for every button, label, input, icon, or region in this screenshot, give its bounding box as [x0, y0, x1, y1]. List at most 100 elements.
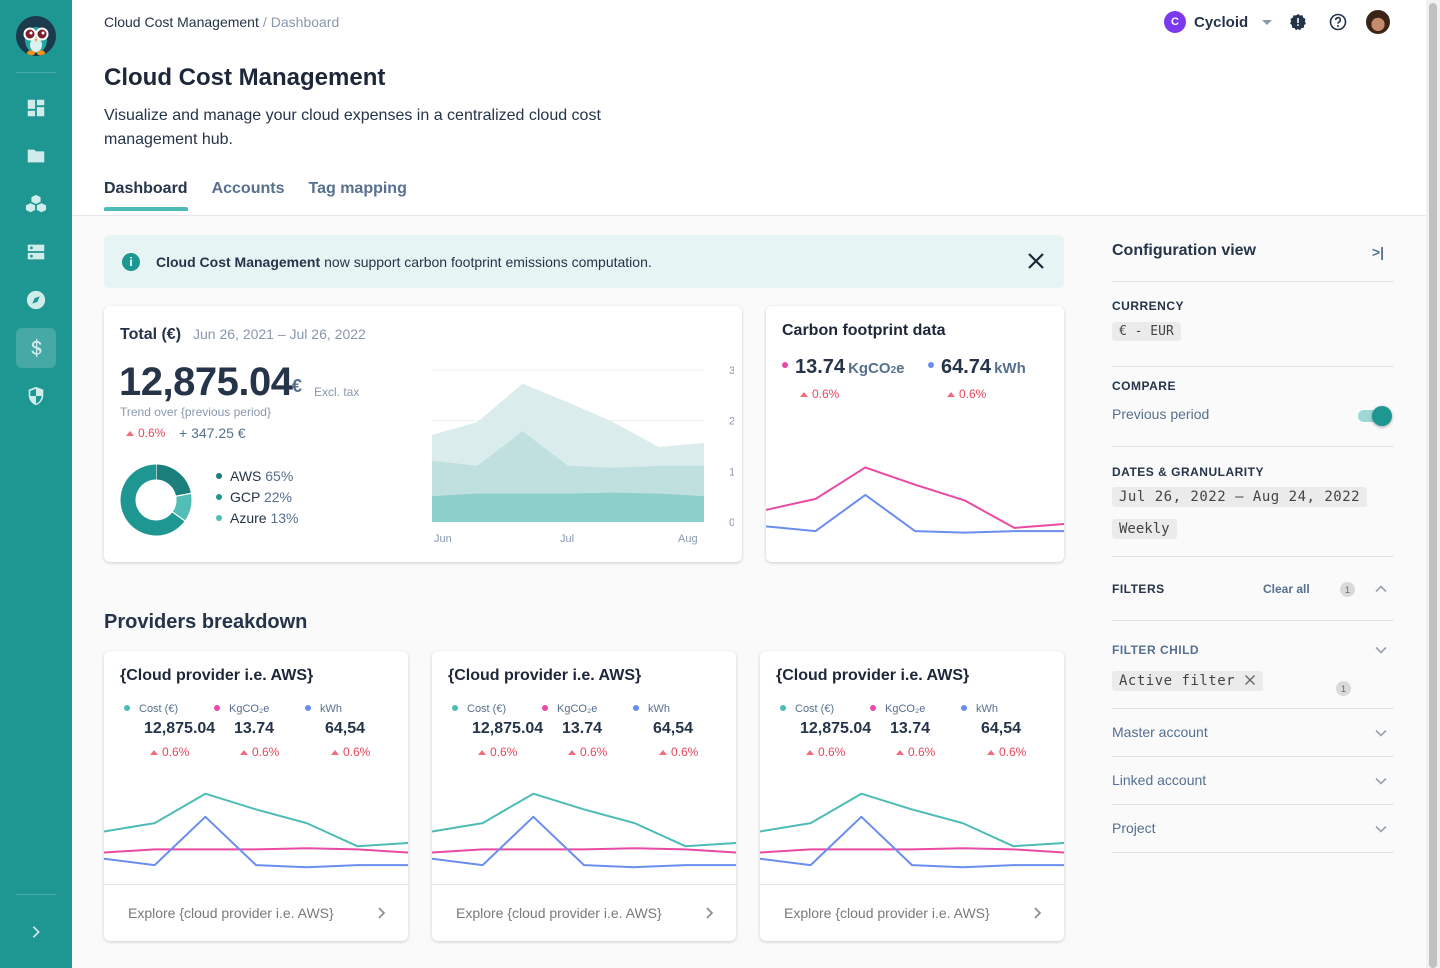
metric-label: KgCO₂e: [229, 703, 270, 715]
explore-provider-link[interactable]: Explore {cloud provider i.e. AWS}: [104, 884, 408, 941]
explore-provider-link[interactable]: Explore {cloud provider i.e. AWS}: [760, 884, 1064, 941]
metric-trend: 0.6%: [806, 745, 871, 759]
config-title: Configuration view: [1112, 242, 1256, 259]
dates-label: DATES & GRANULARITY: [1112, 465, 1264, 479]
collapse-panel-icon[interactable]: >|: [1372, 244, 1384, 260]
trend-up-icon: [947, 392, 955, 397]
sidebar-item-infrastructure[interactable]: [16, 232, 56, 272]
carbon-title: Carbon footprint data: [782, 322, 946, 339]
metric-value: 64,54: [325, 720, 366, 737]
cycloid-owl-logo[interactable]: [16, 16, 56, 56]
trend-up-icon: [806, 750, 814, 755]
trend-up-icon: [150, 750, 158, 755]
tab-tag-mapping[interactable]: Tag mapping: [308, 180, 406, 210]
dashboard-icon: [27, 99, 45, 117]
filter-group-label: Linked account: [1112, 772, 1207, 788]
cubes-icon: [25, 194, 47, 213]
line-series-cost-: [104, 792, 408, 848]
page-title: Cloud Cost Management: [104, 64, 386, 91]
explore-provider-link[interactable]: Explore {cloud provider i.e. AWS}: [432, 884, 736, 941]
compare-label: COMPARE: [1112, 379, 1176, 393]
compare-toggle[interactable]: [1358, 405, 1392, 427]
metric-label: kWh: [320, 703, 342, 715]
toggle-knob: [1372, 406, 1392, 426]
provider-metric: KgCO₂e 13.74 0.6%: [214, 703, 279, 759]
active-filter-chip: Active filter: [1112, 671, 1394, 691]
kgco2e-dot: [782, 362, 788, 368]
chevron-right-icon: [32, 926, 40, 938]
notification-badge-icon[interactable]: [1288, 12, 1308, 32]
trend-up-icon: [659, 750, 667, 755]
scrollbar-thumb[interactable]: [1429, 3, 1437, 968]
date-range-selector[interactable]: Jul 26, 2022 – Aug 24, 2022: [1112, 487, 1368, 507]
sidebar-item-stacks[interactable]: [16, 184, 56, 224]
page-scrollbar[interactable]: [1426, 0, 1440, 968]
provider-card-title: {Cloud provider i.e. AWS}: [776, 667, 970, 684]
metric-trend: 0.6%: [150, 745, 215, 759]
kwh-dot: [928, 362, 934, 368]
info-banner: i Cloud Cost Management now support carb…: [104, 235, 1064, 288]
divider: [1112, 852, 1394, 853]
trend-up-icon: [800, 392, 808, 397]
sidebar-item-cost-management[interactable]: [16, 328, 56, 368]
cost-area-chart: 300 200 100 0 Jun Jul Aug: [432, 365, 734, 545]
legend-dot: [216, 515, 222, 521]
metric-label: kWh: [648, 703, 670, 715]
metric-label: KgCO₂e: [885, 703, 926, 715]
close-icon[interactable]: [1026, 251, 1046, 271]
chevron-right-icon: [378, 907, 386, 919]
chevron-down-icon[interactable]: [1374, 822, 1388, 836]
trend-up-icon: [126, 431, 134, 436]
metric-trend: 0.6%: [659, 745, 698, 759]
tab-accounts[interactable]: Accounts: [212, 180, 285, 210]
trend-up-icon: [896, 750, 904, 755]
metric-dot: [452, 705, 458, 711]
divider: [1112, 756, 1394, 757]
kwh-unit: kWh: [994, 360, 1026, 377]
sidebar-item-dashboard[interactable]: [16, 88, 56, 128]
breadcrumb-current: Dashboard: [270, 14, 340, 30]
breadcrumb-link[interactable]: Cloud Cost Management: [104, 14, 259, 30]
sidebar-item-security[interactable]: [16, 376, 56, 416]
user-avatar[interactable]: [1366, 10, 1390, 34]
granularity-selector[interactable]: Weekly: [1112, 519, 1177, 539]
filter-group-label: Project: [1112, 820, 1156, 836]
org-name: Cycloid: [1194, 13, 1249, 31]
metric-label: kWh: [976, 703, 998, 715]
provider-card: {Cloud provider i.e. AWS} Cost (€) 12,87…: [432, 651, 736, 941]
filter-group-linked-account[interactable]: Linked account: [1112, 772, 1394, 792]
chevron-up-icon[interactable]: [1374, 582, 1388, 596]
metric-value: 13.74: [890, 720, 931, 737]
chevron-down-icon[interactable]: [1374, 643, 1388, 657]
filter-group-master-account[interactable]: Master account: [1112, 724, 1394, 744]
sidebar-item-explore[interactable]: [16, 280, 56, 320]
trend-up-icon: [240, 750, 248, 755]
excl-tax-label: Excl. tax: [314, 385, 360, 399]
filters-count-badge: 1: [1340, 582, 1355, 597]
filter-group-project[interactable]: Project: [1112, 820, 1394, 840]
remove-filter-icon[interactable]: [1244, 674, 1256, 686]
metric-label: KgCO₂e: [557, 703, 598, 715]
sidebar-item-projects[interactable]: [16, 136, 56, 176]
trend-label: Trend over {previous period}: [120, 405, 271, 419]
currency-selector[interactable]: € - EUR: [1112, 322, 1181, 341]
y-tick-label: 100: [729, 466, 734, 478]
trend-percent: 0.6%: [126, 426, 165, 440]
y-tick-label: 300: [729, 365, 734, 377]
trend-up-icon: [987, 750, 995, 755]
legend-dot: [216, 494, 222, 500]
chevron-down-icon[interactable]: [1374, 774, 1388, 788]
chevron-down-icon[interactable]: [1374, 726, 1388, 740]
metric-dot: [214, 705, 220, 711]
metric-trend: 0.6%: [987, 745, 1026, 759]
legend-item-azure: Azure 13%: [216, 508, 299, 529]
x-tick-label: Jun: [434, 533, 452, 545]
kgco2e-value: 13.74: [795, 356, 846, 378]
clear-all-filters-link[interactable]: Clear all: [1263, 582, 1310, 596]
help-icon[interactable]: [1328, 12, 1348, 32]
sidebar-expand-button[interactable]: [16, 912, 56, 952]
kwh-value: 64.74: [941, 356, 992, 378]
tab-dashboard[interactable]: Dashboard: [104, 180, 188, 211]
organization-selector[interactable]: C Cycloid: [1164, 11, 1273, 33]
folder-icon: [27, 149, 45, 163]
